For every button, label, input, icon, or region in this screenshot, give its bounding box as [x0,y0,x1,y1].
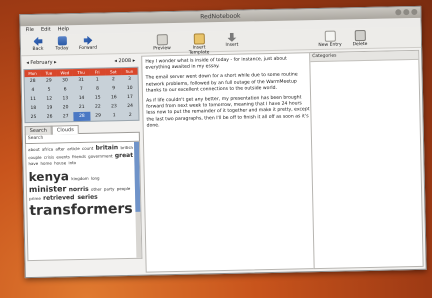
today-icon [57,36,67,46]
calendar-day[interactable]: 11 [25,95,41,104]
cloud-word-minister[interactable]: minister [29,184,67,194]
cloud-word-britain[interactable]: britain [95,144,118,151]
calendar-day[interactable]: 25 [25,113,41,122]
categories-pane: Categories [309,49,424,270]
cloud-word-kenya[interactable]: kenya [29,169,70,184]
preview-button[interactable]: Preview [151,34,173,51]
calendar-day[interactable]: 9 [105,84,121,93]
calendar-day[interactable]: 13 [57,94,73,103]
calendar-day[interactable]: 15 [90,93,106,102]
calendar-day[interactable]: 10 [122,84,138,93]
calendar-day[interactable]: 29 [90,111,106,120]
calendar-day[interactable]: 5 [41,85,57,94]
categories-header: Categories [310,50,419,63]
menu-help[interactable]: Help [58,25,70,34]
calendar-day-selected[interactable]: 28 [73,111,91,122]
calendar-day[interactable]: 27 [58,112,74,121]
today-button[interactable]: Today [51,36,73,51]
insert-icon [227,33,236,42]
calendar-day[interactable]: 6 [57,85,73,94]
entry-editor[interactable]: Hey I wonder what is inside of today - f… [141,52,319,273]
calendar-day[interactable]: 7 [73,85,89,94]
calendar-day[interactable]: 19 [41,103,57,112]
calendar-day[interactable]: 21 [74,103,90,112]
calendar-day[interactable]: 24 [122,102,138,111]
app-window: RedNotebook File Edit Help Back Today Fo… [19,5,427,279]
cloud-words[interactable]: about africa after article count [28,146,93,152]
calendar-day[interactable]: 2 [105,75,121,84]
calendar-day[interactable]: 30 [57,76,73,85]
calendar-day[interactable]: 29 [41,76,57,85]
entry-paragraph: As if life couldn't get any better, my p… [146,95,310,129]
insert-button[interactable]: Insert [221,33,243,48]
window-title: RedNotebook [200,12,241,21]
entry-paragraph: The email server went down for a short w… [145,72,298,94]
menu-file[interactable]: File [26,26,35,35]
tab-search[interactable]: Search [24,125,52,136]
calendar-day[interactable]: 3 [121,75,137,84]
delete-button[interactable]: Delete [349,29,371,47]
delete-icon [354,29,366,42]
calendar-day[interactable]: 1 [89,75,105,84]
cloud-words[interactable]: have home house into [28,160,76,166]
template-icon [193,33,205,45]
year-selector[interactable]: ◂ 2008 ▸ [114,58,135,64]
calendar-day[interactable]: 17 [122,93,138,102]
calendar-day[interactable]: 31 [73,76,89,85]
month-selector[interactable]: ◂ February ▸ [26,59,56,66]
left-pane: ◂ February ▸ ◂ 2008 ▸ Mon Tue Wed Thu Fri Sat… [23,56,143,275]
tab-clouds[interactable]: Clouds [51,125,79,135]
calendar-day[interactable]: 4 [25,86,41,95]
menu-edit[interactable]: Edit [41,26,51,35]
cloud-word-transformers[interactable]: transformers [29,200,133,218]
minimize-icon[interactable] [395,9,402,16]
new-entry-button[interactable]: New Entry [317,30,343,48]
calendar-grid: Mon Tue Wed Thu Fri Sat Sun 28 29 30 31 1 2 3 4 5 6 7 8 9 10… [23,66,140,124]
entry-paragraph: Hey I wonder what is inside of today - f… [145,56,287,71]
preview-icon [156,34,168,46]
close-icon[interactable] [411,8,418,16]
cloud-scrollbar[interactable] [133,141,142,258]
cloud-word-great[interactable]: great [115,151,133,158]
scrollbar-thumb[interactable] [133,141,141,212]
word-cloud: about africa after article count britain… [25,141,143,262]
calendar-day[interactable]: 12 [41,94,57,103]
calendar-day[interactable]: 23 [106,102,122,111]
back-arrow-icon [33,37,42,46]
forward-button[interactable]: Forward [77,36,99,51]
new-entry-icon [324,30,336,42]
calendar-day[interactable]: 1 [106,111,122,120]
back-button[interactable]: Back [27,37,49,52]
maximize-icon[interactable] [403,9,410,16]
calendar-day[interactable]: 26 [41,112,57,121]
cloud-word-norris[interactable]: norris [69,186,89,193]
calendar-day[interactable]: 20 [57,103,73,112]
calendar-day[interactable]: 22 [90,102,106,111]
calendar-day[interactable]: 14 [73,94,89,103]
calendar-day[interactable]: 28 [25,77,41,86]
content-area: ◂ February ▸ ◂ 2008 ▸ Mon Tue Wed Thu Fri Sat… [21,48,426,277]
calendar-day[interactable]: 16 [106,93,122,102]
calendar-day[interactable]: 2 [122,111,138,120]
calendar-day[interactable]: 18 [25,104,41,113]
cloud-words[interactable]: kingdom long [71,176,99,182]
calendar-day[interactable]: 8 [89,84,105,93]
forward-arrow-icon [83,36,92,45]
